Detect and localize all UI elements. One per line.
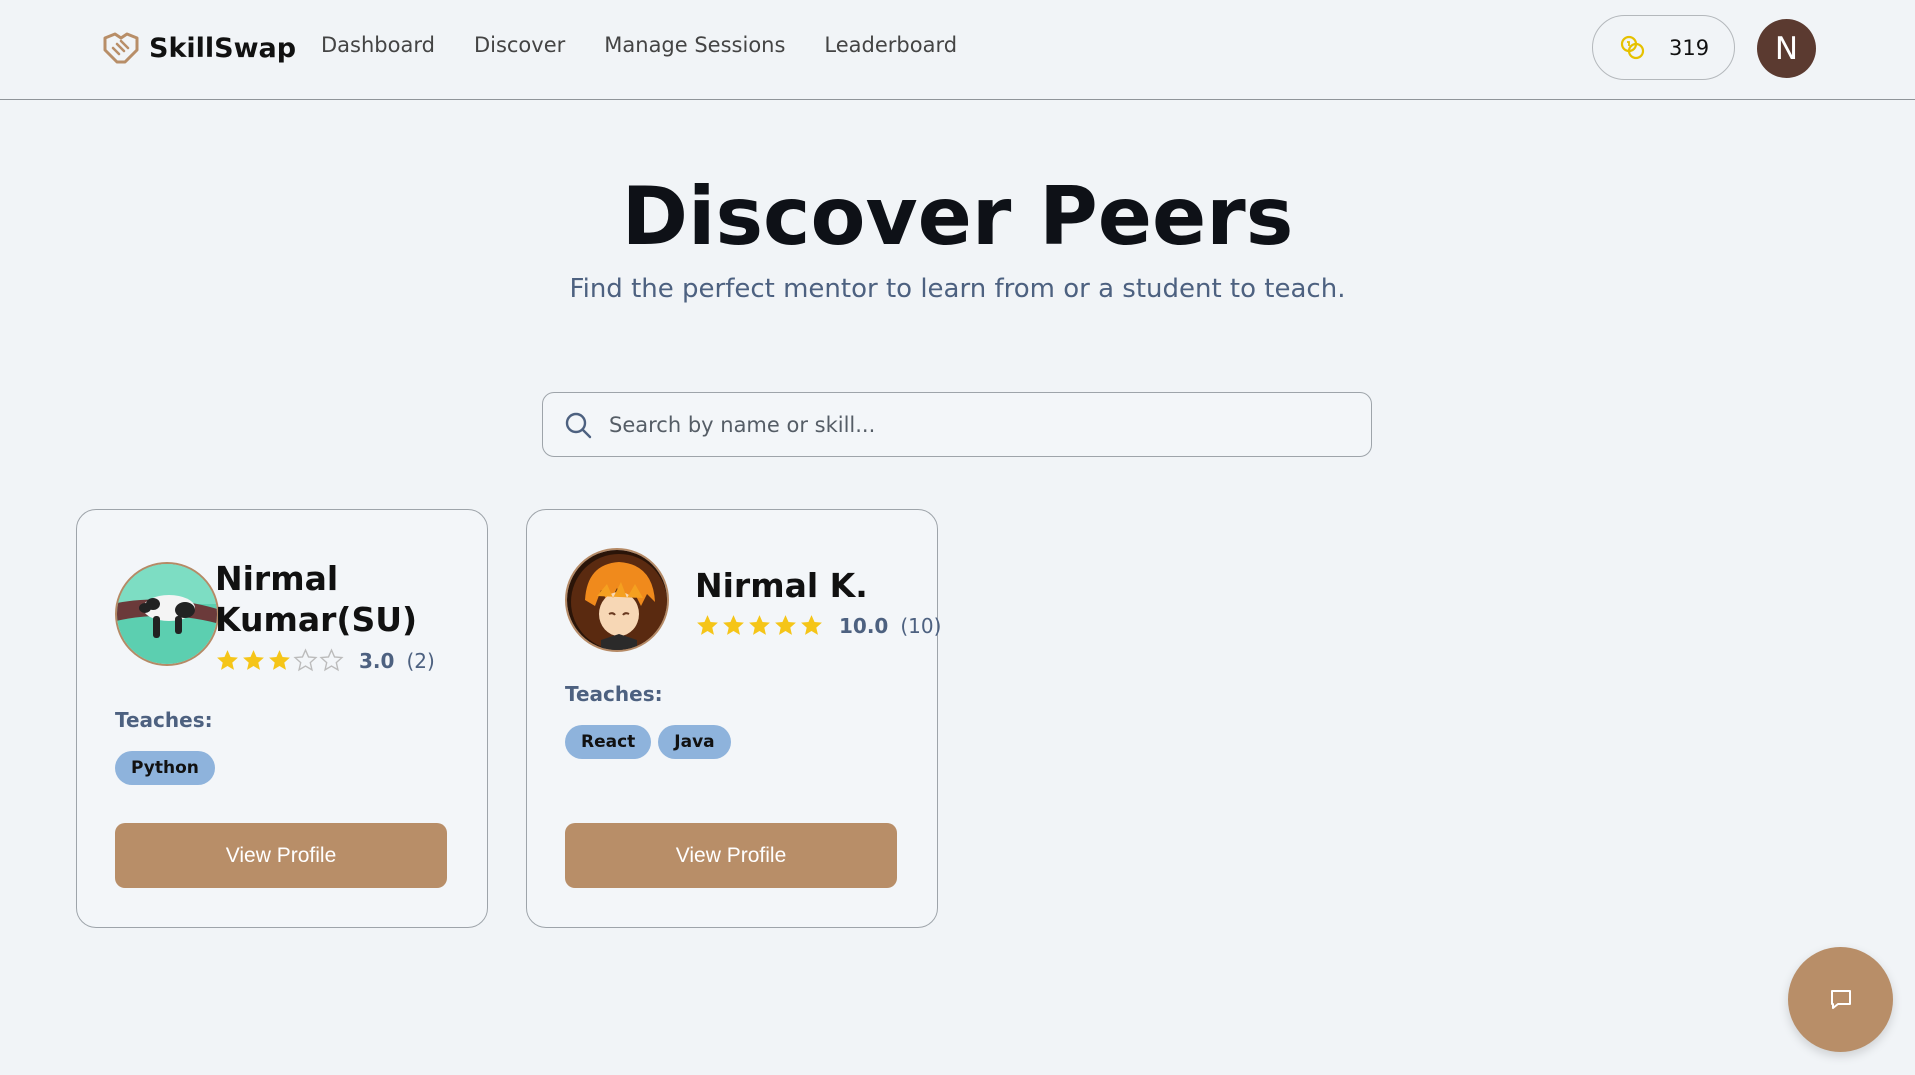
search-input[interactable]	[609, 412, 1349, 437]
skill-tag: Python	[115, 751, 215, 785]
peer-card: Nirmal K. 10.0 (10) Teaches: React Java …	[526, 509, 941, 928]
user-avatar[interactable]: N	[1757, 19, 1816, 78]
page-title: Discover Peers	[621, 170, 1294, 263]
view-profile-button[interactable]: View Profile	[115, 823, 447, 888]
star-empty-icon	[319, 648, 344, 672]
review-count: (2)	[406, 648, 435, 673]
peer-name: Nirmal K.	[695, 566, 868, 605]
star-filled-icon	[775, 615, 796, 635]
peer-card: Nirmal Kumar(SU) 3.0 (2) Teaches: Python…	[76, 509, 488, 928]
search-bar	[542, 392, 1372, 457]
review-count: (10)	[900, 613, 942, 638]
app-name: SkillSwap	[149, 32, 297, 64]
rating: 10.0 (10)	[695, 613, 941, 638]
teaches-label: Teaches:	[565, 682, 663, 706]
nav-discover[interactable]: Discover	[474, 33, 565, 57]
search-icon	[565, 412, 592, 438]
view-profile-button[interactable]: View Profile	[565, 823, 897, 888]
nav-manage-sessions[interactable]: Manage Sessions	[604, 33, 785, 57]
main-nav: Dashboard Discover Manage Sessions Leade…	[321, 33, 996, 57]
teaches-label: Teaches:	[115, 708, 213, 732]
coins-icon	[1620, 35, 1645, 59]
anime-avatar-image	[567, 550, 667, 650]
rating-value: 3.0	[359, 648, 395, 673]
star-filled-icon	[749, 615, 770, 635]
skill-tags: Python	[115, 751, 215, 785]
rating: 3.0 (2)	[215, 648, 435, 673]
star-filled-icon	[269, 650, 290, 670]
skill-tag: Java	[658, 725, 731, 759]
star-filled-icon	[217, 650, 238, 670]
star-filled-icon	[723, 615, 744, 635]
star-filled-icon	[801, 615, 822, 635]
chat-icon	[1830, 989, 1851, 1009]
handshake-icon	[103, 32, 139, 64]
peer-name: Nirmal Kumar(SU)	[215, 559, 418, 639]
coin-balance[interactable]: 319	[1592, 15, 1735, 80]
skill-tag: React	[565, 725, 652, 759]
star-filled-icon	[243, 650, 264, 670]
skill-tags: React Java	[565, 725, 731, 759]
coin-count: 319	[1669, 35, 1710, 60]
star-empty-icon	[293, 648, 318, 672]
page-subtitle: Find the perfect mentor to learn from or…	[569, 274, 1346, 304]
rating-value: 10.0	[839, 613, 889, 638]
peer-avatar[interactable]	[565, 548, 669, 652]
chat-button[interactable]	[1788, 947, 1893, 1052]
top-navbar: SkillSwap Dashboard Discover Manage Sess…	[0, 0, 1915, 100]
nav-leaderboard[interactable]: Leaderboard	[824, 33, 957, 57]
panda-avatar-image	[117, 564, 217, 664]
nav-dashboard[interactable]: Dashboard	[321, 33, 435, 57]
peer-avatar[interactable]	[115, 562, 219, 666]
star-filled-icon	[697, 615, 718, 635]
app-logo[interactable]: SkillSwap	[101, 28, 296, 68]
